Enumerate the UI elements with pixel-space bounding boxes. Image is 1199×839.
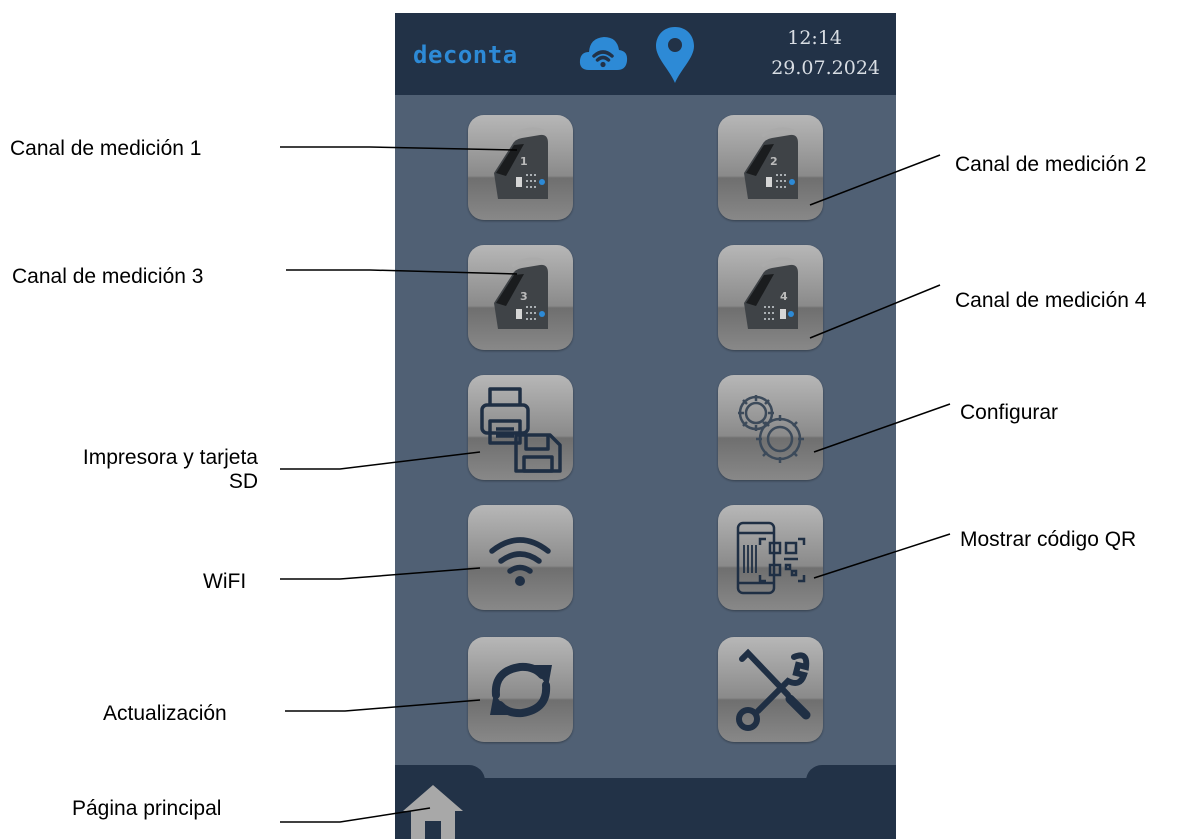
- svg-text:1: 1: [520, 155, 528, 168]
- tools-icon: [736, 648, 811, 731]
- annotation-printer-line2: SD: [228, 470, 258, 493]
- annotation-printer: Impresora y tarjeta SD: [36, 446, 258, 494]
- device-screen: deconta 12:14 29.07.2024 1 2 3 4: [395, 13, 896, 839]
- clock-date: 29.07.2024: [771, 57, 880, 79]
- annotation-configure: Configurar: [960, 401, 1059, 424]
- wifi-icon: [489, 537, 551, 586]
- annotation-printer-line1: Impresora y tarjeta: [82, 446, 258, 469]
- measurement-channel-4-button[interactable]: 4: [718, 245, 823, 350]
- measurement-channel-2-button[interactable]: 2: [718, 115, 823, 220]
- location-pin-icon: [656, 27, 694, 83]
- annotation-qr: Mostrar código QR: [960, 528, 1137, 551]
- update-button[interactable]: [468, 637, 573, 742]
- brand-logo: deconta: [413, 41, 518, 69]
- measurement-channel-3-button[interactable]: 3: [468, 245, 573, 350]
- phone-qr-icon: [736, 521, 806, 595]
- annotation-channel-2: Canal de medición 2: [955, 153, 1147, 176]
- annotation-channel-4: Canal de medición 4: [955, 289, 1147, 312]
- settings-button[interactable]: [718, 375, 823, 480]
- home-icon[interactable]: [401, 783, 465, 839]
- annotation-channel-1: Canal de medición 1: [10, 137, 202, 160]
- status-bar: deconta 12:14 29.07.2024: [395, 13, 896, 95]
- tools-button[interactable]: [718, 637, 823, 742]
- device-3-icon: 3: [494, 257, 548, 329]
- annotation-home: Página principal: [72, 797, 222, 820]
- annotation-channel-3: Canal de medición 3: [12, 265, 204, 288]
- device-2-icon: 2: [744, 127, 798, 199]
- measurement-channel-1-button[interactable]: 1: [468, 115, 573, 220]
- annotation-update: Actualización: [103, 702, 227, 725]
- refresh-icon: [490, 662, 552, 718]
- device-1-icon: 1: [494, 127, 548, 199]
- footer-bar: [395, 778, 896, 839]
- printer-sd-button[interactable]: [468, 375, 573, 480]
- device-4-icon: 4: [744, 257, 798, 329]
- svg-text:2: 2: [770, 155, 778, 168]
- gears-icon: [738, 395, 804, 463]
- qr-code-button[interactable]: [718, 505, 823, 610]
- wifi-button[interactable]: [468, 505, 573, 610]
- annotation-wifi: WiFI: [203, 570, 247, 593]
- clock-time: 12:14: [787, 27, 842, 49]
- printer-floppy-icon: [480, 387, 562, 473]
- svg-text:4: 4: [780, 290, 788, 303]
- svg-text:3: 3: [520, 290, 528, 303]
- cloud-wifi-icon: [579, 37, 628, 70]
